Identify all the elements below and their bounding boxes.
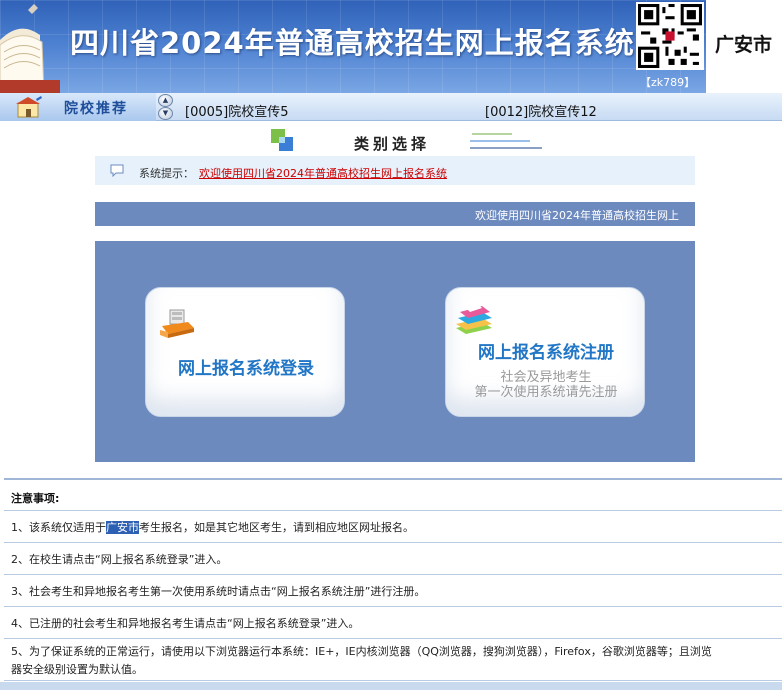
main-panel: 网上报名系统登录 网上报名系统注册 社会及异地考生 第一次使用系统请先注册	[95, 241, 695, 462]
site-title: 四川省2024年普通高校招生网上报名系统	[70, 26, 635, 60]
recommend-scroll-controls: ▲ ▼	[158, 93, 174, 121]
scroll-up-button[interactable]: ▲	[158, 94, 173, 107]
notice-link[interactable]: 欢迎使用四川省2024年普通高校招生网上报名系统	[199, 165, 447, 181]
register-title: 网上报名系统注册	[478, 343, 614, 363]
book-icon	[0, 4, 60, 93]
note-item: 5、为了保证系统的正常运行，请使用以下浏览器运行本系统：IE+，IE内核浏览器（…	[4, 639, 782, 681]
system-notice-bar: 系统提示： 欢迎使用四川省2024年普通高校招生网上报名系统	[95, 156, 695, 185]
category-title: 类别选择	[354, 135, 431, 153]
recommend-bar: 院校推荐 ▲ ▼ [0005]院校宣传5 [0012]院校宣传12	[0, 93, 782, 121]
note-item: 1、该系统仅适用于广安市考生报名，如是其它地区考生，请到相应地区网址报名。	[4, 511, 782, 543]
marquee-bar: 欢迎使用四川省2024年普通高校招生网上	[95, 202, 695, 226]
recommend-item[interactable]: [0005]院校宣传5	[185, 101, 289, 120]
city-name: 广安市	[715, 34, 773, 56]
books-register-icon	[456, 304, 492, 334]
note-item: 4、已注册的社会考生和异地报名考生请点击“网上报名系统登录”进入。	[4, 607, 782, 639]
note-item: 2、在校生请点击“网上报名系统登录”进入。	[4, 543, 782, 575]
login-card-button[interactable]: 网上报名系统登录	[145, 287, 345, 417]
note-text: 5、为了保证系统的正常运行，请使用以下浏览器运行本系统：IE+，IE内核浏览器（…	[11, 645, 712, 658]
recommend-title: 院校推荐	[64, 101, 128, 117]
login-title: 网上报名系统登录	[178, 359, 314, 379]
category-icon	[271, 129, 293, 151]
recommend-item[interactable]: [0012]院校宣传12	[485, 101, 597, 120]
marquee-text: 欢迎使用四川省2024年普通高校招生网上	[475, 209, 679, 222]
header-banner: 四川省2024年普通高校招生网上报名系统 【zk789】 广安市	[0, 0, 782, 93]
title-decoration	[470, 133, 542, 149]
note-text: 1、该系统仅适用于	[11, 521, 106, 534]
notice-label: 系统提示：	[139, 167, 194, 180]
note-text: 考生报名，如是其它地区考生，请到相应地区网址报名。	[139, 521, 414, 534]
bottom-strip	[0, 682, 782, 690]
register-subtitle: 第一次使用系统请先注册	[474, 385, 618, 400]
scroll-down-button[interactable]: ▼	[158, 107, 173, 120]
notes-section: 注意事项: 1、该系统仅适用于广安市考生报名，如是其它地区考生，请到相应地区网址…	[4, 478, 782, 681]
note-item: 3、社会考生和异地报名考生第一次使用系统时请点击“网上报名系统注册”进行注册。	[4, 575, 782, 607]
city-box: 广安市	[706, 0, 782, 93]
notes-heading: 注意事项:	[4, 480, 782, 511]
qr-code-icon	[636, 2, 704, 70]
register-subtitle: 社会及异地考生	[500, 370, 592, 385]
qr-code-block: 【zk789】	[636, 2, 708, 90]
register-card-button[interactable]: 网上报名系统注册 社会及异地考生 第一次使用系统请先注册	[445, 287, 645, 417]
school-recommend-icon	[16, 96, 42, 118]
note-text: 器安全级别设置为默认值。	[11, 663, 143, 676]
note-city-highlight: 广安市	[106, 521, 139, 534]
computer-login-icon	[160, 309, 194, 338]
recommend-label-area: 院校推荐	[0, 93, 156, 121]
qr-code-label: 【zk789】	[640, 76, 696, 89]
speech-bubble-icon	[110, 164, 124, 177]
